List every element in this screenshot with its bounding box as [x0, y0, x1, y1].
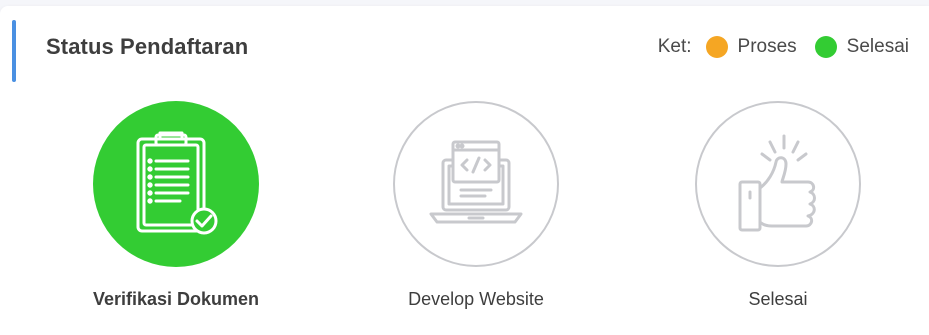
legend-item-selesai: Selesai	[814, 36, 909, 58]
step-circle	[695, 101, 861, 267]
legend-item-proses: Proses	[705, 36, 797, 58]
laptop-code-icon	[429, 140, 523, 224]
legend: Ket: Proses Selesai	[658, 36, 909, 58]
thumbs-up-icon	[738, 134, 816, 232]
green-dot-icon	[814, 36, 837, 58]
step-label: Verifikasi Dokumen	[92, 289, 260, 309]
legend-item-label: Proses	[737, 36, 797, 57]
orange-dot-icon	[705, 36, 728, 58]
accent-bar	[12, 20, 16, 82]
step-label: Develop Website	[408, 289, 544, 309]
clipboard-check-icon	[136, 131, 218, 235]
legend-label: Ket:	[657, 36, 692, 57]
step-circle	[93, 101, 259, 267]
step-verifikasi-dokumen: Verifikasi Dokumen	[76, 101, 276, 310]
step-circle	[393, 101, 559, 267]
step-label: Selesai	[748, 289, 808, 309]
page-title: Status Pendaftaran	[46, 34, 249, 59]
step-develop-website: Develop Website	[376, 101, 576, 310]
step-selesai: Selesai	[678, 101, 878, 310]
legend-item-label: Selesai	[846, 36, 909, 57]
